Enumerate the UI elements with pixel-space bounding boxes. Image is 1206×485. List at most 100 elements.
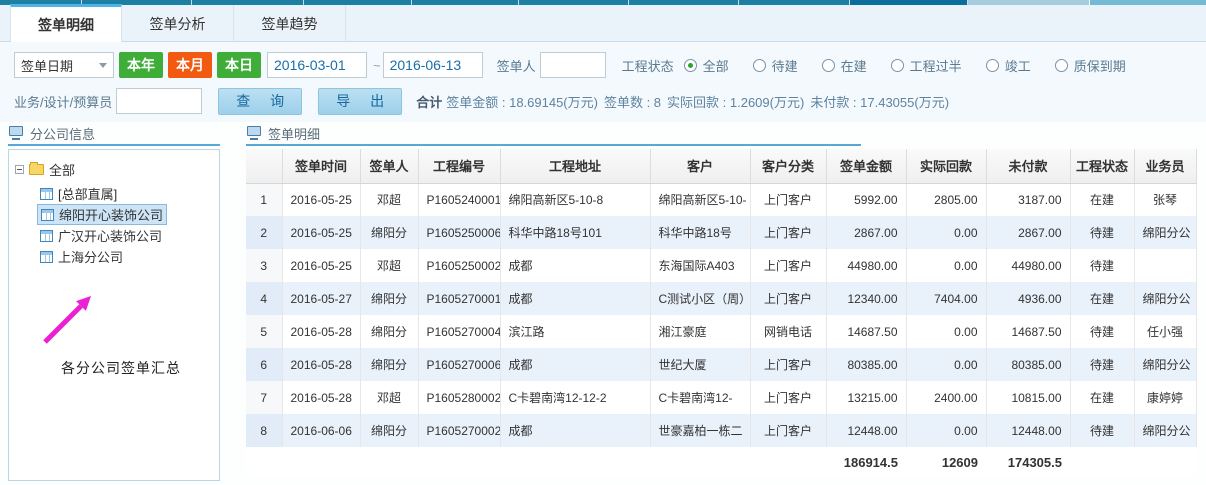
totals-empty-cell: [246, 447, 282, 477]
table-row[interactable]: 52016-05-28绵阳分P1605270004滨江路湘江豪庭网销电话1468…: [246, 315, 1196, 348]
status-radio-质保到期[interactable]: 质保到期: [1055, 56, 1126, 75]
signer-input[interactable]: [540, 52, 606, 78]
table-cell: P1605270002: [418, 414, 500, 447]
monitor-icon: [246, 126, 262, 140]
quick-date-button[interactable]: 本年: [119, 52, 163, 78]
table-cell: 2867.00: [986, 216, 1070, 249]
table-cell: 13215.00: [826, 381, 906, 414]
table-cell: 世纪大厦: [650, 348, 750, 381]
column-header[interactable]: [246, 149, 282, 183]
quick-date-button[interactable]: 本月: [168, 52, 212, 78]
branch-tree: 全部 [总部直属]绵阳开心装饰公司广汉开心装饰公司上海分公司 各分公司签单汇总: [8, 149, 220, 481]
table-cell: 上门客户: [750, 183, 826, 216]
table-cell: P1605250006: [418, 216, 500, 249]
date-from-input[interactable]: 2016-03-01: [267, 52, 367, 78]
column-header[interactable]: 业务员: [1134, 149, 1196, 183]
summary-item: 实际回款 : 1.2609(万元): [667, 95, 804, 110]
status-radio-工程过半[interactable]: 工程过半: [891, 56, 962, 75]
table-cell: 8: [246, 414, 282, 447]
totals-empty-cell: [750, 447, 826, 477]
column-header[interactable]: 未付款: [986, 149, 1070, 183]
table-cell: 待建: [1070, 249, 1134, 282]
status-radio-全部[interactable]: 全部: [684, 56, 729, 75]
radio-icon[interactable]: [986, 59, 999, 72]
table-cell: P1605270004: [418, 315, 500, 348]
tree-root-item[interactable]: 全部: [15, 160, 213, 179]
column-header[interactable]: 签单金额: [826, 149, 906, 183]
table-cell: 上门客户: [750, 381, 826, 414]
table-cell: 14687.50: [986, 315, 1070, 348]
radio-icon[interactable]: [1055, 59, 1068, 72]
status-radio-待建[interactable]: 待建: [753, 56, 798, 75]
tree-item-branch[interactable]: 上海分公司: [37, 246, 126, 267]
filter-row-1: 签单日期 本年本月本日 2016-03-01 ~ 2016-06-13 签单人 …: [14, 49, 1206, 81]
column-header[interactable]: 工程状态: [1070, 149, 1134, 183]
table-cell: 14687.50: [826, 315, 906, 348]
table-cell: 湘江豪庭: [650, 315, 750, 348]
table-row[interactable]: 32016-05-25邓超P1605250002成都东海国际A403上门客户44…: [246, 249, 1196, 282]
radio-icon[interactable]: [684, 59, 697, 72]
radio-icon[interactable]: [891, 59, 904, 72]
summary-item: 未付款 : 17.43055(万元): [810, 95, 949, 110]
table-cell: 80385.00: [826, 348, 906, 381]
column-header[interactable]: 工程地址: [500, 149, 650, 183]
column-header[interactable]: 工程编号: [418, 149, 500, 183]
sidebar-panel-title: 分公司信息: [8, 122, 220, 146]
totals-empty-cell: [282, 447, 360, 477]
table-cell: 邓超: [360, 249, 418, 282]
table-cell: 绵阳分: [360, 216, 418, 249]
collapse-icon[interactable]: [15, 165, 24, 174]
staff-input[interactable]: [116, 88, 202, 114]
tab-3[interactable]: 签单趋势: [234, 5, 346, 42]
tree-item-branch[interactable]: 绵阳开心装饰公司: [37, 204, 167, 225]
radio-icon[interactable]: [753, 59, 766, 72]
sidebar-panel-title-text: 分公司信息: [30, 124, 95, 143]
column-header[interactable]: 实际回款: [906, 149, 986, 183]
table-cell: 上门客户: [750, 414, 826, 447]
table-row[interactable]: 62016-05-28绵阳分P1605270006成都世纪大厦上门客户80385…: [246, 348, 1196, 381]
column-header[interactable]: 签单时间: [282, 149, 360, 183]
table-cell: 待建: [1070, 348, 1134, 381]
table-cell: 上门客户: [750, 348, 826, 381]
radio-label: 竣工: [1005, 56, 1031, 75]
table-cell: 4936.00: [986, 282, 1070, 315]
date-field-select[interactable]: 签单日期: [14, 52, 114, 78]
table-row[interactable]: 82016-06-06绵阳分P1605270002成都世豪嘉柏一栋二上门客户12…: [246, 414, 1196, 447]
search-button[interactable]: 查 询: [218, 88, 302, 115]
tab-1[interactable]: 签单明细: [10, 4, 122, 42]
table-cell: 世豪嘉柏一栋二: [650, 414, 750, 447]
table-cell: 绵阳分: [360, 282, 418, 315]
tree-item-branch[interactable]: [总部直属]: [37, 183, 120, 204]
table-cell: 2016-06-06: [282, 414, 360, 447]
status-radio-在建[interactable]: 在建: [822, 56, 867, 75]
date-to-input[interactable]: 2016-06-13: [383, 52, 483, 78]
tree-item-label: 上海分公司: [58, 247, 123, 266]
export-button[interactable]: 导 出: [318, 88, 402, 115]
table-row[interactable]: 22016-05-25绵阳分P1605250006科华中路18号101科华中路1…: [246, 216, 1196, 249]
table-cell: [1134, 249, 1196, 282]
table-cell: 3187.00: [986, 183, 1070, 216]
radio-label: 全部: [703, 56, 729, 75]
table-cell: 东海国际A403: [650, 249, 750, 282]
tab-2[interactable]: 签单分析: [122, 5, 234, 42]
radio-icon[interactable]: [822, 59, 835, 72]
column-header[interactable]: 客户: [650, 149, 750, 183]
table-cell: 80385.00: [986, 348, 1070, 381]
table-row[interactable]: 72016-05-28邓超P1605280002C卡碧南湾12-12-2C卡碧南…: [246, 381, 1196, 414]
content: 分公司信息 全部 [总部直属]绵阳开心装饰公司广汉开心装饰公司上海分公司 各分公…: [0, 122, 1206, 485]
table-cell: P1605270006: [418, 348, 500, 381]
table-row[interactable]: 12016-05-25邓超P1605240001绵阳高新区5-10-8绵阳高新区…: [246, 183, 1196, 216]
table-cell: 12448.00: [986, 414, 1070, 447]
column-header[interactable]: 客户分类: [750, 149, 826, 183]
radio-label: 在建: [841, 56, 867, 75]
status-radio-竣工[interactable]: 竣工: [986, 56, 1031, 75]
table-icon: [41, 209, 54, 221]
table-row[interactable]: 42016-05-27绵阳分P1605270001成都C测试小区（周）上门客户1…: [246, 282, 1196, 315]
table-cell: 绵阳高新区5-10-8: [500, 183, 650, 216]
summary-item: 签单数 : 8: [604, 95, 661, 110]
table-cell: 12340.00: [826, 282, 906, 315]
totals-cell: 186914.5: [826, 447, 906, 477]
quick-date-button[interactable]: 本日: [217, 52, 261, 78]
column-header[interactable]: 签单人: [360, 149, 418, 183]
tree-item-branch[interactable]: 广汉开心装饰公司: [37, 225, 165, 246]
